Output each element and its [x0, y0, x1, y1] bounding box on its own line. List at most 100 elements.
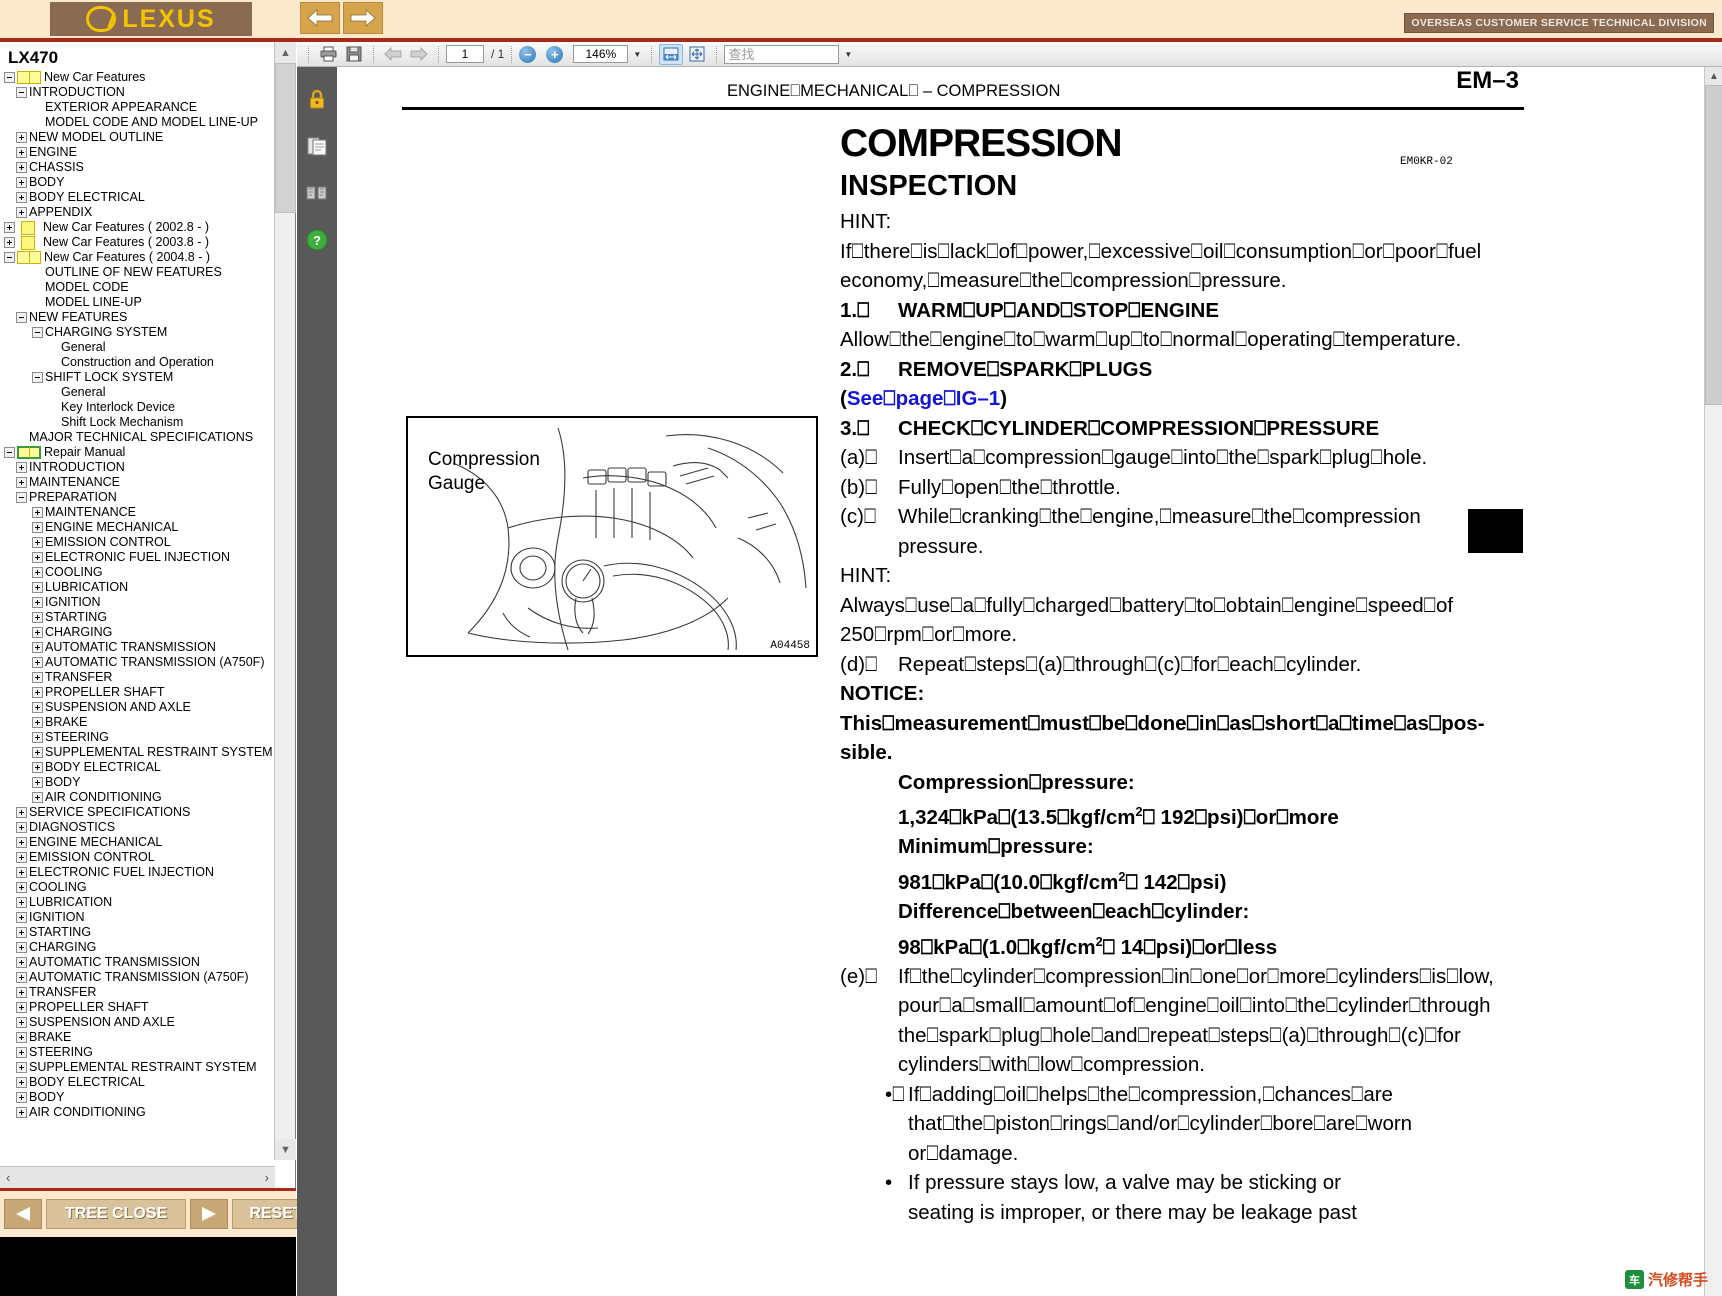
tree-item[interactable]: ELECTRONIC FUEL INJECTION	[0, 550, 275, 565]
expand-icon[interactable]	[16, 477, 27, 488]
expand-icon[interactable]	[32, 702, 43, 713]
forward-arrow-button[interactable]	[343, 2, 383, 34]
tree-item[interactable]: NEW MODEL OUTLINE	[0, 130, 275, 145]
expand-icon[interactable]	[32, 732, 43, 743]
tree-item[interactable]: Key Interlock Device	[0, 400, 275, 415]
expand-icon[interactable]	[16, 1032, 27, 1043]
expand-icon[interactable]	[4, 237, 15, 248]
expand-icon[interactable]	[16, 177, 27, 188]
tree-item[interactable]: Repair Manual	[0, 445, 275, 460]
expand-icon[interactable]	[16, 822, 27, 833]
tree-item[interactable]: STARTING	[0, 610, 275, 625]
tree-item[interactable]: ELECTRONIC FUEL INJECTION	[0, 865, 275, 880]
tree-item[interactable]: SUPPLEMENTAL RESTRAINT SYSTEM	[0, 745, 275, 760]
tree-item[interactable]: SUSPENSION AND AXLE	[0, 700, 275, 715]
collapse-icon[interactable]	[32, 372, 43, 383]
expand-icon[interactable]	[32, 582, 43, 593]
expand-icon[interactable]	[32, 672, 43, 683]
tree-item[interactable]: CHARGING	[0, 940, 275, 955]
tree-item[interactable]: BODY	[0, 775, 275, 790]
tree-item[interactable]: Shift Lock Mechanism	[0, 415, 275, 430]
expand-icon[interactable]	[16, 942, 27, 953]
expand-icon[interactable]	[16, 882, 27, 893]
expand-icon[interactable]	[16, 852, 27, 863]
tree-item[interactable]: AUTOMATIC TRANSMISSION	[0, 955, 275, 970]
tree-item[interactable]: New Car Features	[0, 70, 275, 85]
tree-item[interactable]: BODY ELECTRICAL	[0, 190, 275, 205]
tree-horizontal-scrollbar[interactable]: ‹ ›	[0, 1166, 275, 1188]
tree-hscroll-right-button[interactable]: ›	[265, 1170, 269, 1185]
expand-icon[interactable]	[16, 1077, 27, 1088]
tree-item[interactable]: BODY ELECTRICAL	[0, 760, 275, 775]
page-number-input[interactable]: 1	[446, 45, 484, 63]
tree-item[interactable]: STARTING	[0, 925, 275, 940]
fit-page-button[interactable]	[685, 44, 709, 65]
lock-icon[interactable]	[304, 86, 330, 112]
tree-item[interactable]: DIAGNOSTICS	[0, 820, 275, 835]
collapse-icon[interactable]	[16, 312, 27, 323]
previous-view-button[interactable]	[381, 44, 405, 65]
tree-item[interactable]: CHARGING	[0, 625, 275, 640]
tree-item[interactable]: STEERING	[0, 1045, 275, 1060]
expand-icon[interactable]	[32, 777, 43, 788]
expand-icon[interactable]	[16, 1017, 27, 1028]
tree-item[interactable]: EMISSION CONTROL	[0, 535, 275, 550]
tree-item[interactable]: STEERING	[0, 730, 275, 745]
next-view-button[interactable]	[407, 44, 431, 65]
tree-item[interactable]: ENGINE MECHANICAL	[0, 835, 275, 850]
expand-icon[interactable]	[16, 807, 27, 818]
expand-icon[interactable]	[32, 612, 43, 623]
search-input[interactable]: 查找	[724, 44, 840, 64]
signature-icon[interactable]	[304, 180, 330, 206]
expand-icon[interactable]	[16, 867, 27, 878]
tree-item[interactable]: IGNITION	[0, 910, 275, 925]
print-button[interactable]	[316, 44, 340, 65]
expand-icon[interactable]	[16, 207, 27, 218]
tree-scroll-down-button[interactable]: ▼	[275, 1139, 296, 1160]
tree-item[interactable]: General	[0, 340, 275, 355]
tree-item[interactable]: MAINTENANCE	[0, 475, 275, 490]
expand-icon[interactable]	[32, 627, 43, 638]
tree-item[interactable]: BRAKE	[0, 1030, 275, 1045]
expand-icon[interactable]	[16, 837, 27, 848]
expand-icon[interactable]	[32, 522, 43, 533]
tree-item[interactable]: MODEL CODE	[0, 280, 275, 295]
expand-icon[interactable]	[32, 537, 43, 548]
tree-item[interactable]: PROPELLER SHAFT	[0, 1000, 275, 1015]
tree-item[interactable]: New Car Features ( 2003.8 - )	[0, 235, 275, 250]
tree-item[interactable]: EXTERIOR APPEARANCE	[0, 100, 275, 115]
expand-icon[interactable]	[32, 792, 43, 803]
tree-item[interactable]: AUTOMATIC TRANSMISSION (A750F)	[0, 970, 275, 985]
tree-item[interactable]: COOLING	[0, 565, 275, 580]
zoom-in-button[interactable]: +	[546, 45, 564, 63]
tree-item[interactable]: COOLING	[0, 880, 275, 895]
tree-item[interactable]: BRAKE	[0, 715, 275, 730]
tree-item[interactable]: MODEL CODE AND MODEL LINE-UP	[0, 115, 275, 130]
tree-item[interactable]: BODY	[0, 175, 275, 190]
tree-item[interactable]: MAINTENANCE	[0, 505, 275, 520]
collapse-icon[interactable]	[32, 327, 43, 338]
tree-item[interactable]: APPENDIX	[0, 205, 275, 220]
tree-item[interactable]: PREPARATION	[0, 490, 275, 505]
save-button[interactable]	[342, 44, 366, 65]
pages-icon[interactable]	[304, 133, 330, 159]
zoom-out-button[interactable]: −	[519, 45, 537, 63]
tree-item[interactable]: AIR CONDITIONING	[0, 1105, 275, 1120]
back-arrow-button[interactable]	[300, 2, 340, 34]
tree-item[interactable]: SHIFT LOCK SYSTEM	[0, 370, 275, 385]
expand-icon[interactable]	[16, 957, 27, 968]
expand-icon[interactable]	[32, 642, 43, 653]
tree-item[interactable]: AIR CONDITIONING	[0, 790, 275, 805]
viewer-vertical-scrollbar[interactable]: ▲	[1704, 67, 1722, 1296]
zoom-dropdown-caret-icon[interactable]: ▼	[630, 45, 644, 63]
tree-item[interactable]: ENGINE MECHANICAL	[0, 520, 275, 535]
expand-icon[interactable]	[32, 567, 43, 578]
tree-item[interactable]: OUTLINE OF NEW FEATURES	[0, 265, 275, 280]
collapse-icon[interactable]	[16, 87, 27, 98]
tree-item[interactable]: AUTOMATIC TRANSMISSION	[0, 640, 275, 655]
tree-item[interactable]: CHASSIS	[0, 160, 275, 175]
tree-hscroll-left-button[interactable]: ‹	[6, 1170, 10, 1185]
tree-item[interactable]: PROPELLER SHAFT	[0, 685, 275, 700]
tree-list[interactable]: New Car Features INTRODUCTION EXTERIOR APP…	[0, 70, 275, 1160]
tree-item[interactable]: General	[0, 385, 275, 400]
